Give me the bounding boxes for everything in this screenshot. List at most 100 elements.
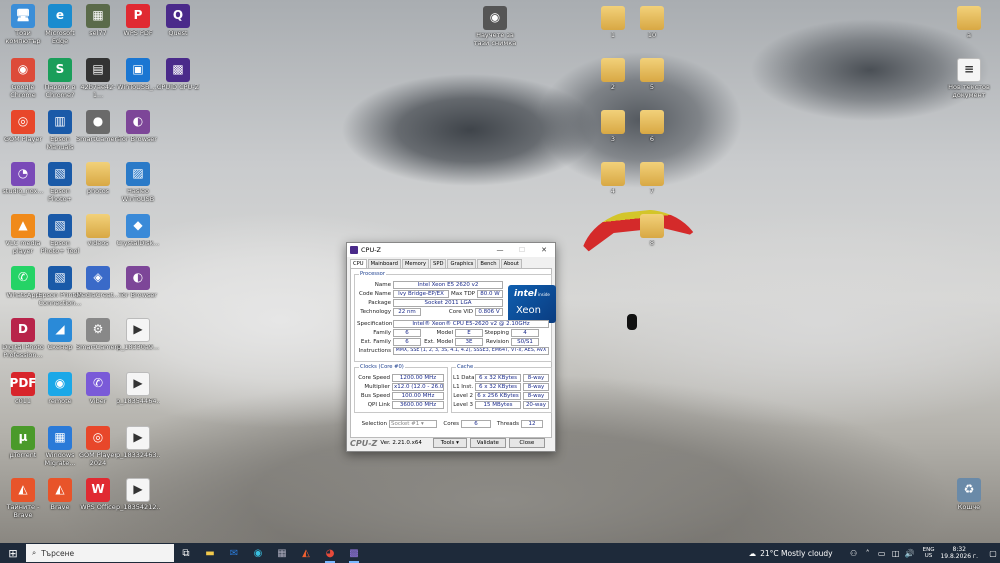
tab-graphics[interactable]: Graphics	[447, 259, 477, 268]
taskbar-edge[interactable]: ◉	[246, 543, 270, 563]
desktop-icon[interactable]: ◐ Tor Browser	[116, 110, 160, 144]
close-button[interactable]: Close	[508, 438, 545, 448]
file-icon: ▶	[126, 478, 150, 502]
desktop-icon[interactable]: ◎ GOM Player 2024	[76, 426, 120, 467]
app-icon: ◎	[11, 110, 35, 134]
clock[interactable]: 8:32 19.8.2026 г.	[940, 546, 978, 561]
app-icon: ✆	[11, 266, 35, 290]
close-window-button[interactable]: ✕	[533, 246, 555, 254]
desktop-icon[interactable]: 1	[591, 6, 635, 40]
app-icon: ◉	[11, 58, 35, 82]
display-icon[interactable]: ▭	[875, 549, 889, 558]
desktop-icon[interactable]: ▤ 42b7ae42-1...	[76, 58, 120, 99]
taskbar-cpuz[interactable]: ▩	[342, 543, 366, 563]
desktop-icon-label: Нов текстов документ	[948, 84, 990, 99]
desktop-icon[interactable]: ▣ WinToUSB_...	[116, 58, 160, 92]
cpuz-window[interactable]: CPU-Z — ☐ ✕ CPU Mainboard Memory SPD Gra…	[346, 242, 556, 452]
cpuz-titlebar[interactable]: CPU-Z — ☐ ✕	[347, 243, 555, 257]
desktop-icon[interactable]: 10	[630, 6, 674, 40]
tools-button[interactable]: Tools ▾	[432, 438, 467, 448]
desktop-icon[interactable]: photos	[76, 162, 120, 196]
desktop-icon-label: Viber	[89, 398, 107, 405]
desktop-icon[interactable]: ▶ p_18354212...	[116, 478, 160, 512]
cache-group: Cache L1 Data 6 x 32 KBytes 8-way L1 Ins…	[451, 364, 552, 413]
desktop-icon[interactable]: 3	[591, 110, 635, 144]
people-icon[interactable]: ⚇	[847, 549, 861, 558]
desktop-icon[interactable]: ♻ Кошче	[947, 478, 991, 512]
desktop-icon[interactable]: ▶ p_18332463...	[116, 426, 160, 460]
maximize-button[interactable]: ☐	[511, 246, 533, 254]
desktop-icon[interactable]: 4	[591, 162, 635, 196]
language-indicator[interactable]: ENG US	[923, 547, 935, 560]
processor-group: Processor intel inside Xeon Name Intel X…	[354, 271, 556, 362]
desktop-icon-label: 6	[649, 136, 655, 143]
socket-select[interactable]: Socket #1 ▾	[389, 420, 437, 428]
folder-icon	[86, 162, 110, 186]
desktop-icon[interactable]: ◐ Tor Browser	[116, 266, 160, 300]
file-icon: ▶	[126, 372, 150, 396]
weather-widget[interactable]: ☁ 21°C Mostly cloudy	[749, 549, 833, 558]
tab-about[interactable]: About	[500, 259, 522, 268]
taskbar-file-explorer[interactable]: ▬	[198, 543, 222, 563]
app-icon: 🖥	[11, 4, 35, 28]
technology-label: Technology	[360, 309, 391, 315]
windows-logo-icon: ⊞	[8, 546, 18, 560]
desktop-icon[interactable]: Q Quest	[156, 4, 200, 38]
desktop-icon[interactable]: ▩ CPUID CPU-Z	[156, 58, 200, 92]
desktop-icon[interactable]: 7	[630, 162, 674, 196]
desktop-icon[interactable]: a	[947, 6, 991, 40]
desktop-icon[interactable]: ◈ MediaCreat...	[76, 266, 120, 300]
taskbar-brave[interactable]: ◭	[294, 543, 318, 563]
desktop-icon[interactable]: ✆ Viber	[76, 372, 120, 406]
tab-spd[interactable]: SPD	[430, 259, 447, 268]
network-icon[interactable]: ◫	[889, 549, 903, 558]
desktop-icon[interactable]: ▨ Hasleo WinToUSB	[116, 162, 160, 203]
desktop-icon[interactable]: 5	[630, 58, 674, 92]
desktop-icon[interactable]: P WPS PDF	[116, 4, 160, 38]
desktop-icon-label: WPS Office	[80, 504, 116, 511]
app-icon: µ	[11, 426, 35, 450]
app-icon: ◐	[126, 110, 150, 134]
taskbar: ⊞ ⌕ Търсене ⧉ ▬ ✉ ◉ ▦ ◭ ◕ ▩ ☁ 21°C Mostl…	[0, 543, 1000, 563]
desktop-icon[interactable]: videos	[76, 214, 120, 248]
tab-bench[interactable]: Bench	[477, 259, 500, 268]
desktop-icon[interactable]: 8	[630, 214, 674, 248]
validate-button[interactable]: Validate	[469, 438, 506, 448]
desktop-icon-label: a	[967, 32, 971, 39]
app-icon: ◉	[483, 6, 507, 30]
package-label: Package	[368, 300, 391, 306]
taskbar-outlook[interactable]: ✉	[222, 543, 246, 563]
taskbar-search[interactable]: ⌕ Търсене	[26, 544, 174, 562]
desktop-icon-label: GOM Player 2024	[78, 452, 118, 467]
folder-icon	[957, 6, 981, 30]
notifications-icon[interactable]: ▢	[986, 549, 1000, 558]
chevron-up-icon[interactable]: ˄	[861, 549, 875, 558]
desktop-icon[interactable]: ▶ p_18354464...	[116, 372, 160, 406]
app-icon: ▧	[48, 162, 72, 186]
task-view-icon: ⧉	[182, 547, 190, 559]
taskbar-chrome[interactable]: ◕	[318, 543, 342, 563]
taskbar-photos[interactable]: ▦	[270, 543, 294, 563]
desktop-icon[interactable]: ◆ CrystalDisk...	[116, 214, 160, 248]
desktop-icon[interactable]: ≡ Нов текстов документ	[947, 58, 991, 99]
extfamily-value: 6	[393, 338, 421, 346]
desktop-icon[interactable]: ▦ sel77	[76, 4, 120, 38]
tab-cpu[interactable]: CPU	[350, 259, 367, 268]
desktop-icon[interactable]: 6	[630, 110, 674, 144]
desktop-icon[interactable]: 2	[591, 58, 635, 92]
minimize-button[interactable]: —	[489, 246, 511, 254]
start-button[interactable]: ⊞	[0, 543, 26, 563]
task-view-button[interactable]: ⧉	[174, 543, 198, 563]
desktop-icon[interactable]: ▶ p_18330a9...	[116, 318, 160, 352]
volume-icon[interactable]: 🔊	[903, 549, 917, 558]
folder-icon	[86, 214, 110, 238]
desktop-icon[interactable]: ● SmartCamera	[76, 110, 120, 144]
paraglider-pilot	[627, 314, 637, 330]
desktop-icon-label: 10	[647, 32, 657, 39]
desktop-icon[interactable]: ⚙ SmartCamera	[76, 318, 120, 352]
desktop-icon[interactable]: W WPS Office	[76, 478, 120, 512]
tab-mainboard[interactable]: Mainboard	[367, 259, 401, 268]
tab-memory[interactable]: Memory	[401, 259, 430, 268]
desktop-icon[interactable]: ◉ Научете за тази снимка	[473, 6, 517, 47]
app-icon: ▤	[86, 58, 110, 82]
